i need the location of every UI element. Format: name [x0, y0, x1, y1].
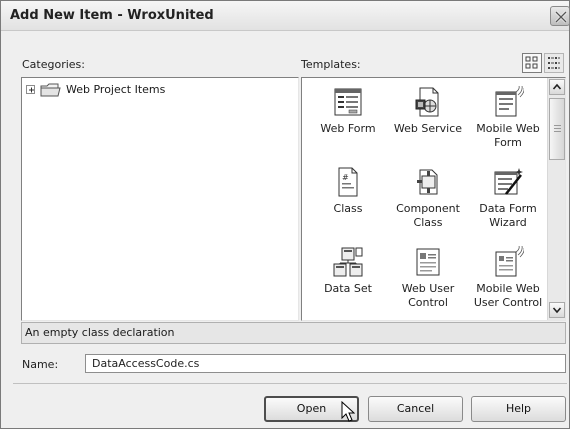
list-view-button[interactable]: [544, 53, 564, 73]
templates-list[interactable]: Web Form Web Service Mobile Web Form # C…: [301, 77, 566, 321]
plus-icon: [29, 87, 34, 93]
scroll-down-button[interactable]: [549, 302, 565, 318]
template-label: Mobile Web User Control: [473, 282, 543, 309]
folder-icon: [40, 83, 61, 97]
template-label: Component Class: [396, 202, 460, 229]
web-service-icon: [415, 87, 439, 117]
scroll-thumb[interactable]: [549, 98, 565, 160]
list-view-icon: [548, 57, 560, 69]
web-form-icon: [334, 88, 362, 116]
title-bar[interactable]: Add New Item - WroxUnited: [1, 1, 570, 31]
component-class-icon: [417, 169, 438, 195]
tree-item-label: Web Project Items: [66, 83, 166, 96]
class-icon: #: [338, 167, 358, 197]
data-set-icon: [333, 247, 363, 277]
template-label: Data Form Wizard: [479, 202, 537, 229]
template-label: Web Form: [320, 122, 376, 135]
template-description: An empty class declaration: [21, 322, 566, 344]
close-icon: [555, 11, 567, 23]
large-icons-view-icon: [525, 56, 538, 69]
template-mobile-web-form[interactable]: Mobile Web Form: [468, 84, 548, 164]
templates-scrollbar[interactable]: [547, 78, 565, 320]
categories-tree[interactable]: Web Project Items: [21, 77, 299, 321]
mobile-web-user-control-icon: [495, 246, 524, 277]
template-label: Web Service: [393, 122, 463, 135]
categories-label: Categories:: [22, 58, 85, 71]
data-form-wizard-icon: [494, 168, 523, 195]
chevron-down-icon: [552, 307, 562, 314]
template-data-form-wizard[interactable]: Data Form Wizard: [468, 164, 548, 244]
mobile-web-form-icon: [495, 86, 524, 117]
tree-expand-button[interactable]: [26, 85, 35, 94]
template-web-service[interactable]: Web Service: [388, 84, 468, 164]
separator: [13, 383, 567, 384]
description-text: An empty class declaration: [25, 326, 175, 339]
template-mobile-web-user-control[interactable]: Mobile Web User Control: [468, 244, 548, 324]
template-class[interactable]: # Class: [308, 164, 388, 244]
dialog-title: Add New Item - WroxUnited: [10, 8, 214, 23]
mouse-cursor-icon: [341, 401, 355, 422]
name-label: Name:: [22, 358, 59, 371]
template-web-form[interactable]: Web Form: [308, 84, 388, 164]
name-input[interactable]: [85, 354, 566, 373]
cancel-button[interactable]: Cancel: [368, 396, 463, 422]
scroll-up-button[interactable]: [549, 79, 565, 95]
close-button[interactable]: [550, 6, 570, 26]
template-label: Class: [333, 202, 363, 215]
template-component-class[interactable]: Component Class: [388, 164, 468, 244]
add-new-item-dialog: Add New Item - WroxUnited Categories: Te…: [0, 0, 570, 429]
help-button[interactable]: Help: [471, 396, 566, 422]
large-icons-view-button[interactable]: [522, 53, 542, 73]
chevron-up-icon: [552, 83, 562, 90]
template-web-user-control[interactable]: Web User Control: [388, 244, 468, 324]
template-data-set[interactable]: Data Set: [308, 244, 388, 324]
svg-text:#: #: [342, 173, 349, 182]
template-label: Data Set: [324, 282, 372, 295]
template-label: Mobile Web Form: [476, 122, 540, 149]
template-label: Web User Control: [401, 282, 455, 309]
web-user-control-icon: [416, 248, 440, 276]
templates-label: Templates:: [301, 58, 361, 71]
